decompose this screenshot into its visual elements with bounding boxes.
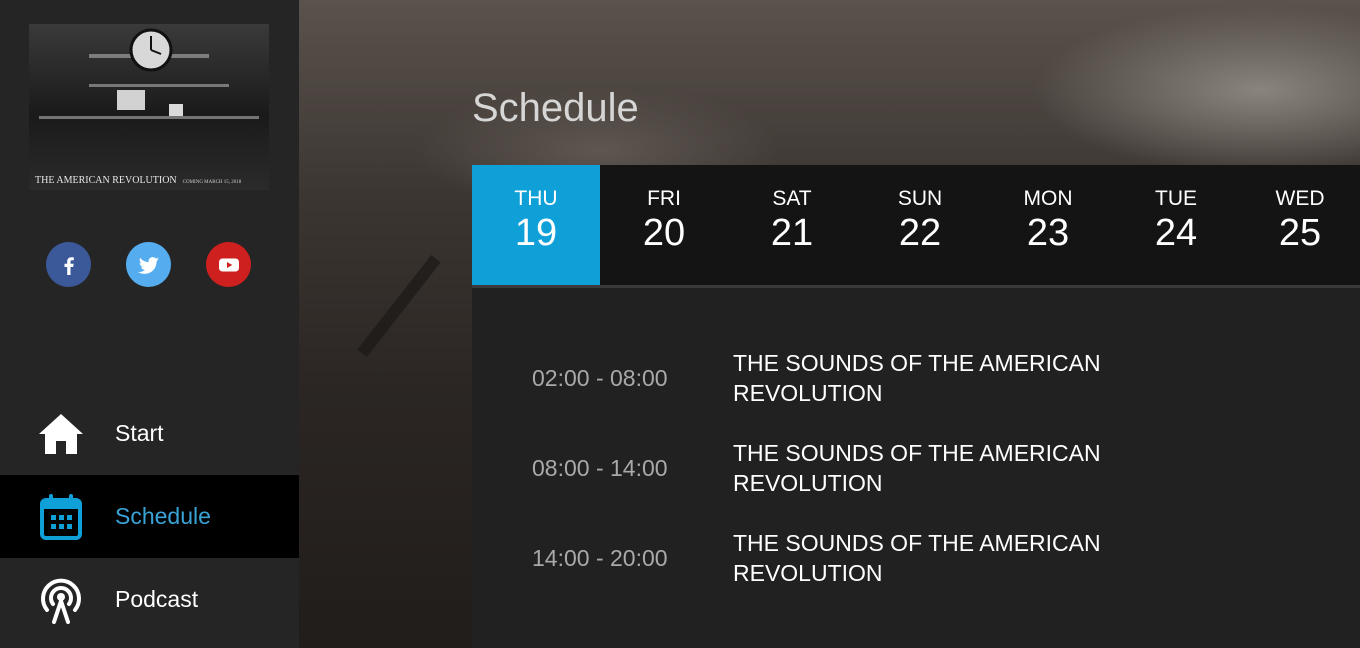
day-number: 22 <box>898 212 942 254</box>
calendar-icon <box>37 493 85 541</box>
podcast-icon <box>37 576 85 624</box>
day-number: 20 <box>642 212 686 254</box>
day-tab-tue[interactable]: TUE 24 <box>1112 165 1240 285</box>
youtube-button[interactable] <box>206 242 251 287</box>
day-name: SAT <box>772 187 812 210</box>
day-name: SUN <box>897 187 943 210</box>
clock-icon <box>129 28 173 72</box>
schedule-time: 08:00 - 14:00 <box>532 455 668 481</box>
day-name: WED <box>1275 187 1325 210</box>
schedule-row: 08:00 - 14:00 THE SOUNDS OF THE AMERICAN… <box>472 438 1360 510</box>
day-tabs: THU 19 FRI 20 SAT 21 SUN 22 MON 23 TUE 2… <box>472 165 1360 285</box>
page-title: Schedule <box>472 86 639 130</box>
logo-caption: THE AMERICAN REVOLUTION <box>35 175 177 186</box>
day-tab-sat[interactable]: SAT 21 <box>728 165 856 285</box>
day-number: 19 <box>514 212 558 254</box>
day-number: 24 <box>1154 212 1198 254</box>
day-tab-wed[interactable]: WED 25 <box>1240 165 1360 285</box>
main-nav: Start Schedule Podcast <box>0 392 299 641</box>
sidebar: THE AMERICAN REVOLUTION COMING MARCH 15,… <box>0 0 299 648</box>
day-name: FRI <box>647 187 681 210</box>
twitter-button[interactable] <box>126 242 171 287</box>
facebook-icon <box>64 256 74 275</box>
nav-label-podcast: Podcast <box>115 586 199 612</box>
day-tab-sun[interactable]: SUN 22 <box>856 165 984 285</box>
schedule-show-title[interactable]: THE SOUNDS OF THE AMERICAN REVOLUTION <box>733 528 1153 588</box>
logo-image[interactable]: THE AMERICAN REVOLUTION COMING MARCH 15,… <box>29 24 269 190</box>
day-number: 25 <box>1278 212 1322 254</box>
logo-subcaption: COMING MARCH 15, 2018 <box>182 180 242 185</box>
nav-item-start[interactable]: Start <box>0 392 299 475</box>
schedule-row: 02:00 - 08:00 THE SOUNDS OF THE AMERICAN… <box>472 348 1360 420</box>
nav-label-schedule: Schedule <box>115 503 211 529</box>
day-name: MON <box>1023 187 1073 210</box>
nav-label-start: Start <box>115 420 164 446</box>
twitter-icon <box>137 256 159 274</box>
day-name: THU <box>514 187 558 210</box>
schedule-row: 14:00 - 20:00 THE SOUNDS OF THE AMERICAN… <box>472 528 1360 600</box>
day-number: 23 <box>1026 212 1070 254</box>
day-tab-fri[interactable]: FRI 20 <box>600 165 728 285</box>
schedule-show-title[interactable]: THE SOUNDS OF THE AMERICAN REVOLUTION <box>733 348 1153 408</box>
social-links <box>46 242 251 287</box>
day-name: TUE <box>1155 187 1197 210</box>
youtube-icon <box>218 258 239 271</box>
day-tab-thu[interactable]: THU 19 <box>472 165 600 285</box>
facebook-button[interactable] <box>46 242 91 287</box>
schedule-time: 14:00 - 20:00 <box>532 545 668 571</box>
app: THE AMERICAN REVOLUTION COMING MARCH 15,… <box>0 0 1360 648</box>
schedule-show-title[interactable]: THE SOUNDS OF THE AMERICAN REVOLUTION <box>733 438 1153 498</box>
home-icon <box>37 410 85 458</box>
nav-item-schedule[interactable]: Schedule <box>0 475 299 558</box>
day-number: 21 <box>770 212 814 254</box>
background-detail <box>357 255 441 357</box>
day-tab-mon[interactable]: MON 23 <box>984 165 1112 285</box>
nav-item-podcast[interactable]: Podcast <box>0 558 299 641</box>
schedule-list: 02:00 - 08:00 THE SOUNDS OF THE AMERICAN… <box>472 288 1360 648</box>
schedule-time: 02:00 - 08:00 <box>532 365 668 391</box>
